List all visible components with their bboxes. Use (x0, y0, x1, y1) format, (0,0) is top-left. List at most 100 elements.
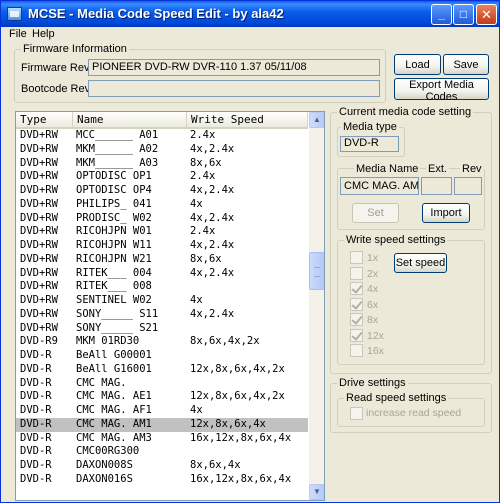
rev-label: Rev (460, 163, 484, 175)
media-name-field[interactable]: CMC MAG. AM1 (340, 177, 419, 195)
cell-type: DVD+RW (20, 184, 58, 196)
column-header-name[interactable]: Name (73, 112, 187, 129)
table-row[interactable]: DVD+RW MKM______ A03 8x,6x (16, 157, 308, 171)
speed-checkbox[interactable] (350, 328, 363, 342)
read-speed-label: Read speed settings (344, 392, 449, 404)
cell-name: SONY_____ S21 (76, 321, 159, 334)
increase-read-speed-checkbox[interactable] (350, 407, 363, 420)
speed-checkbox[interactable] (350, 266, 363, 280)
table-row[interactable]: DVD+RW PRODISC_ W02 4x,2.4x (16, 212, 308, 226)
cell-write-speed: 12x,8x,6x,4x (190, 417, 266, 430)
cell-write-speed: 4x,2.4x (190, 211, 235, 224)
list-rows: DVD+RW MCC______ A01 2.4x DVD+RW MKM______ A… (16, 129, 308, 487)
table-row[interactable]: DVD+RW MCC______ A01 2.4x (16, 129, 308, 143)
table-row[interactable]: DVD-R BeAll G16001 12x,8x,6x,4x,2x (16, 363, 308, 377)
table-row[interactable]: DVD+RW SONY_____ S21 (16, 322, 308, 336)
cell-write-speed: 4x,2.4x (190, 184, 235, 196)
cell-write-speed: 2.4x (190, 129, 216, 141)
speed-checkbox[interactable] (350, 313, 363, 326)
table-row[interactable]: DVD+RW RICOHJPN W11 4x,2.4x (16, 239, 308, 253)
minimize-button[interactable]: _ (431, 4, 452, 25)
maximize-button[interactable]: □ (453, 4, 474, 25)
speed-checkbox-label: 4x (367, 283, 379, 295)
ext-label: Ext. (426, 163, 449, 175)
column-header-write-speed[interactable]: Write Speed (187, 112, 308, 129)
vertical-scrollbar[interactable]: ▲ ▼ (309, 112, 324, 500)
table-row[interactable]: DVD+RW OPTODISC OP1 2.4x (16, 170, 308, 184)
import-button[interactable]: Import (422, 203, 470, 223)
set-speed-button[interactable]: Set speed (394, 253, 447, 273)
table-row[interactable]: DVD-R9 MKM 01RD30 8x,6x,4x,2x (16, 335, 308, 349)
cell-type: DVD+RW (20, 129, 58, 141)
firmware-group-label: Firmware Information (21, 43, 129, 55)
cell-type: DVD+RW (20, 170, 58, 183)
cell-name: RICOHJPN W21 (76, 252, 152, 265)
table-row[interactable]: DVD-R CMC MAG. (16, 377, 308, 391)
scrollbar-thumb[interactable] (309, 252, 324, 290)
cell-write-speed: 8x,6x (190, 252, 222, 265)
table-row[interactable]: DVD+RW PHILIPS_ 041 4x (16, 198, 308, 212)
table-row[interactable]: DVD+RW RICOHJPN W01 2.4x (16, 225, 308, 239)
cell-type: DVD+RW (20, 307, 58, 320)
column-header-type[interactable]: Type (16, 112, 73, 129)
speed-checkbox-label: 12x (367, 329, 384, 342)
table-row[interactable]: DVD+RW RITEK___ 008 (16, 280, 308, 294)
save-button[interactable]: Save (443, 54, 489, 75)
increase-read-speed-label: increase read speed (366, 407, 462, 419)
table-row[interactable]: DVD-R DAXON016S 16x,12x,8x,6x,4x (16, 473, 308, 487)
table-row[interactable]: DVD-R CMC MAG. AM3 16x,12x,8x,6x,4x (16, 432, 308, 446)
table-row[interactable]: DVD-R CMC MAG. AF1 4x (16, 404, 308, 418)
cell-type: DVD-R (20, 417, 52, 430)
speed-checkbox-label: 8x (367, 314, 379, 326)
scroll-up-icon[interactable]: ▲ (309, 112, 324, 128)
speed-checkbox[interactable] (350, 282, 363, 295)
table-row[interactable]: DVD-R DAXON008S 8x,6x,4x (16, 459, 308, 473)
cell-write-speed: 8x,6x,4x (190, 459, 241, 471)
table-row[interactable]: DVD+RW SENTINEL W02 4x (16, 294, 308, 308)
media-code-list[interactable]: Type Name Write Speed DVD+RW MCC______ A0… (15, 111, 325, 501)
cell-name: PRODISC_ W02 (76, 211, 152, 224)
speed-checkbox[interactable] (350, 297, 363, 311)
rev-field[interactable] (454, 177, 482, 195)
cell-name: DAXON008S (76, 459, 133, 471)
table-row[interactable]: DVD-R BeAll G00001 (16, 349, 308, 363)
cell-type: DVD+RW (20, 156, 58, 169)
table-row[interactable]: DVD-R CMC MAG. AE1 12x,8x,6x,4x,2x (16, 390, 308, 404)
cell-write-speed: 8x,6x,4x,2x (190, 335, 260, 348)
speed-checkbox[interactable] (350, 251, 363, 264)
set-button[interactable]: Set (352, 203, 399, 223)
menu-help[interactable]: Help (32, 28, 55, 40)
cell-write-speed: 12x,8x,6x,4x,2x (190, 390, 285, 403)
ext-field[interactable] (421, 177, 452, 195)
menu-file[interactable]: File (9, 28, 27, 40)
close-button[interactable]: ✕ (476, 4, 497, 25)
cell-name: RITEK___ 004 (76, 266, 152, 279)
table-row[interactable]: DVD+RW OPTODISC OP4 4x,2.4x (16, 184, 308, 198)
current-media-code-label: Current media code setting (337, 106, 474, 118)
cell-type: DVD-R (20, 349, 52, 361)
table-row[interactable]: DVD+RW RITEK___ 004 4x,2.4x (16, 267, 308, 281)
cell-type: DVD+RW (20, 197, 58, 210)
speed-checkbox[interactable] (350, 344, 363, 357)
menu-bar: File Help (1, 27, 499, 43)
title-bar[interactable]: MCSE - Media Code Speed Edit - by ala42 … (1, 1, 499, 27)
load-button[interactable]: Load (394, 54, 441, 75)
cell-name: PHILIPS_ 041 (76, 197, 152, 210)
table-row[interactable]: DVD-R CMC MAG. AM1 12x,8x,6x,4x (16, 417, 308, 432)
cell-write-speed: 4x,2.4x (190, 307, 235, 320)
cell-name: CMC MAG. AE1 (76, 390, 152, 403)
table-row[interactable]: DVD+RW SONY_____ S11 4x,2.4x (16, 308, 308, 322)
speed-checkbox-label: 6x (367, 298, 379, 311)
export-media-codes-button[interactable]: Export Media Codes (394, 78, 489, 103)
cell-write-speed: 8x,6x (190, 156, 222, 169)
scroll-down-icon[interactable]: ▼ (309, 484, 324, 500)
table-row[interactable]: DVD+RW MKM______ A02 4x,2.4x (16, 143, 308, 157)
bootcode-rev-field (88, 80, 380, 97)
cell-type: DVD+RW (20, 294, 58, 306)
write-speed-label: Write speed settings (344, 234, 448, 246)
cell-write-speed: 4x (190, 294, 203, 306)
table-row[interactable]: DVD+RW RICOHJPN W21 8x,6x (16, 253, 308, 267)
table-row[interactable]: DVD-R CMC00RG300 (16, 445, 308, 459)
cell-name: RICOHJPN W01 (76, 225, 152, 238)
cell-name: MKM______ A02 (76, 142, 159, 155)
